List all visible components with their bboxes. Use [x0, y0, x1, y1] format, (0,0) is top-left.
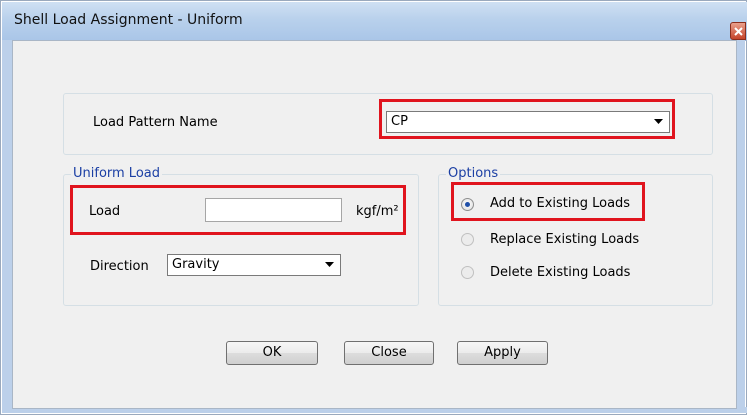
radio-replace-existing-loads[interactable]: [461, 233, 474, 246]
direction-value: Gravity: [172, 257, 220, 272]
dialog-window: Shell Load Assignment - Uniform Load Pat…: [0, 0, 747, 415]
window-frame-left: [2, 40, 12, 410]
load-pattern-select[interactable]: CP: [386, 111, 670, 133]
load-input[interactable]: [205, 198, 342, 222]
close-window-button[interactable]: [730, 22, 746, 40]
direction-select[interactable]: Gravity: [167, 254, 341, 276]
uniform-load-group-title: Uniform Load: [71, 166, 162, 181]
uniform-load-group: Uniform Load: [63, 166, 419, 306]
close-button[interactable]: Close: [344, 341, 434, 365]
load-unit-label: kgf/m²: [356, 204, 399, 219]
load-label: Load: [89, 204, 121, 219]
chevron-down-icon: [325, 262, 334, 267]
dialog-body: Load Pattern Name CP Uniform Load Load k…: [12, 40, 737, 409]
dialog-title: Shell Load Assignment - Uniform: [14, 12, 243, 28]
radio-add-to-existing-loads[interactable]: [461, 198, 474, 211]
load-pattern-value: CP: [391, 114, 408, 129]
radio-delete-existing-loads[interactable]: [461, 266, 474, 279]
apply-button[interactable]: Apply: [457, 341, 548, 365]
title-bar[interactable]: Shell Load Assignment - Uniform: [2, 2, 747, 41]
option-label-delete[interactable]: Delete Existing Loads: [490, 265, 630, 280]
direction-label: Direction: [90, 259, 149, 274]
option-label-replace[interactable]: Replace Existing Loads: [490, 232, 639, 247]
chevron-down-icon: [654, 119, 663, 124]
options-group-title: Options: [446, 166, 501, 181]
close-icon: [734, 27, 743, 36]
load-pattern-label: Load Pattern Name: [93, 115, 218, 130]
ok-button[interactable]: OK: [226, 341, 318, 365]
option-label-add[interactable]: Add to Existing Loads: [490, 196, 630, 211]
